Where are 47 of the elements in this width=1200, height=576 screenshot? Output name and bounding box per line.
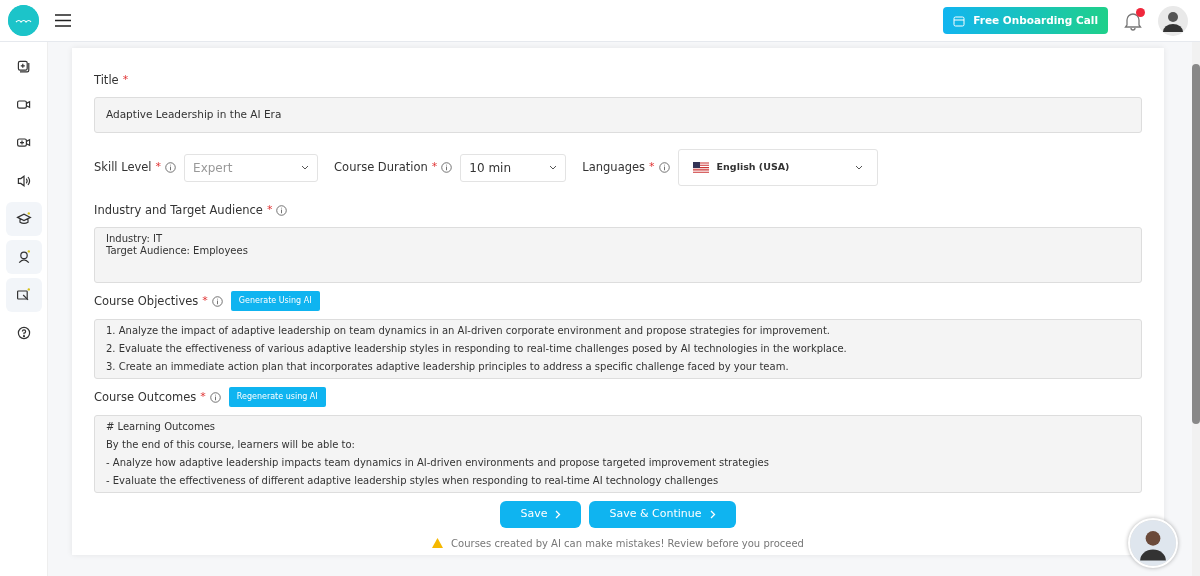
- warning-icon: [432, 538, 444, 549]
- required-asterisk: *: [202, 293, 208, 309]
- title-field[interactable]: Adaptive Leadership in the AI Era: [94, 97, 1142, 133]
- required-asterisk: *: [266, 202, 273, 219]
- sidebar-item[interactable]: [5, 202, 42, 236]
- graduation-cap-icon: [15, 211, 32, 227]
- warning-text: Courses created by AI can make mistakes! Review before you proceed: [451, 536, 804, 551]
- field-label: Title: [94, 72, 119, 89]
- select-field[interactable]: 10 min: [460, 153, 567, 182]
- scrollbar-thumb[interactable]: [1192, 64, 1200, 424]
- chevron-right-icon: [555, 510, 562, 519]
- sidebar-item[interactable]: [5, 278, 42, 312]
- text-area[interactable]: Industry: IT Target Audience: Employees: [94, 227, 1142, 284]
- info-icon[interactable]: [276, 205, 288, 217]
- select-field[interactable]: English (USA): [677, 149, 878, 186]
- calendar-icon: [953, 14, 966, 27]
- pointer-icon: [15, 287, 32, 303]
- info-icon[interactable]: [165, 162, 177, 173]
- field-label: Course Outcomes: [94, 388, 197, 406]
- help-icon[interactable]: [15, 325, 32, 341]
- sidebar-item[interactable]: [5, 240, 42, 274]
- add-page-icon[interactable]: [15, 59, 32, 75]
- flag-icon: [692, 162, 709, 173]
- required-asterisk: *: [122, 72, 129, 89]
- info-icon[interactable]: [658, 162, 670, 173]
- bell-icon[interactable]: [1124, 10, 1142, 31]
- speaker-icon[interactable]: [15, 173, 32, 189]
- text-area[interactable]: 1. Analyze the impact of adaptive leadership on team dynamics in an AI-driven corporate environment and propose strategies for improvement. 2. Evaluate the effectiveness of various adaptive leadership styles in responding to real-time challenges posed by AI technologies in the workplace. 3. Create an immediate action plan that incorporates adaptive leadership principles to address a specific challenge faced by your team.: [94, 319, 1142, 380]
- chevron-down-icon: [854, 165, 863, 170]
- field-label: Skill Level: [94, 158, 152, 176]
- chevron-right-icon: [709, 510, 716, 519]
- field-label: Course Objectives: [94, 292, 199, 310]
- avatar-icon[interactable]: [1158, 5, 1188, 36]
- required-asterisk: *: [200, 389, 206, 405]
- field-label: Industry and Target Audience: [94, 202, 263, 219]
- required-asterisk: *: [649, 159, 655, 176]
- text-area[interactable]: # Learning Outcomes By the end of this course, learners will be able to: - Analyze how adaptive leadership impacts team dynamics in AI-driven environments and propose targeted improvement strategies - Evaluate the effectiveness of different adaptive leadership styles when responding to real-time AI technology challenges: [94, 415, 1142, 494]
- field-label: Course Duration: [334, 158, 428, 176]
- menu-icon[interactable]: [55, 14, 71, 27]
- required-asterisk: *: [431, 159, 438, 176]
- info-icon[interactable]: [441, 162, 453, 173]
- chevron-down-icon: [301, 165, 310, 170]
- info-icon[interactable]: [211, 295, 223, 307]
- info-icon[interactable]: [209, 391, 221, 403]
- chevron-down-icon: [549, 165, 558, 170]
- field-label: Languages: [582, 158, 646, 176]
- required-asterisk: *: [155, 159, 162, 176]
